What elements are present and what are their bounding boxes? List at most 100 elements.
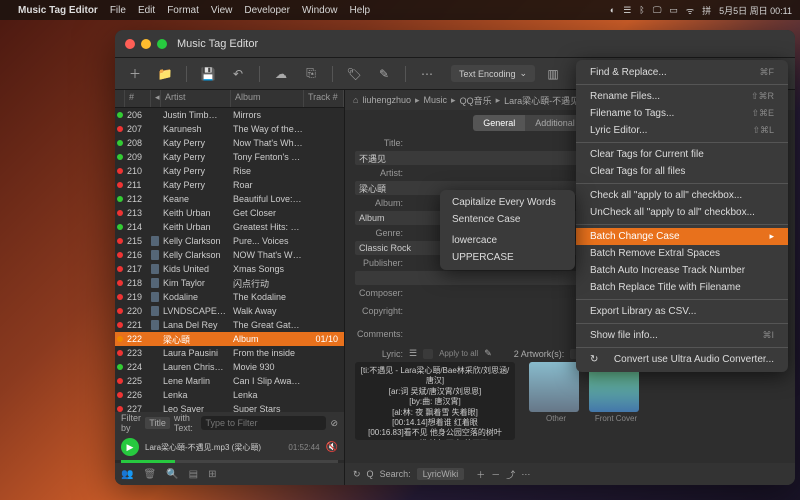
table-row[interactable]: 221Lana Del ReyThe Great Gatsby (Mu… — [115, 318, 344, 332]
sm-lowercase[interactable]: lowercace — [440, 232, 575, 249]
table-row[interactable]: 220LVNDSCAPE…Walk Away — [115, 304, 344, 318]
add-icon[interactable]: ＋ — [476, 468, 485, 481]
save-button[interactable]: 💾 — [196, 63, 220, 85]
more-icon[interactable]: ⋯ — [521, 469, 530, 480]
table-row[interactable]: 206Justin Timb…Mirrors — [115, 108, 344, 122]
panel-toggle-button[interactable]: ▥ — [541, 63, 565, 85]
table-row[interactable]: 209Katy PerryTony Fenton's 50 Favo… — [115, 150, 344, 164]
remove-icon[interactable]: － — [491, 468, 500, 481]
list-icon[interactable]: ▤ — [189, 469, 198, 480]
lyric-action-icon[interactable]: ☰ — [409, 348, 417, 359]
minimize-button[interactable] — [141, 39, 151, 49]
battery-icon[interactable]: ▭ — [669, 5, 678, 16]
bluetooth-icon[interactable]: ᛒ — [639, 5, 644, 15]
search-icon[interactable]: 🔍 — [166, 469, 178, 480]
table-row[interactable]: 213Keith UrbanGet Closer — [115, 206, 344, 220]
table-row[interactable]: 218Kim Taylor闪点行动 — [115, 276, 344, 290]
table-row[interactable]: 212KeaneBeautiful Love:The Indi… — [115, 192, 344, 206]
datetime[interactable]: 5月5日 周日 00:11 — [719, 4, 792, 17]
tab-general[interactable]: General — [473, 115, 525, 131]
cm-lyric[interactable]: Lyric Editor...⇧⌘L — [576, 122, 788, 139]
cm-batch-case[interactable]: Batch Change Case▸ — [576, 228, 788, 245]
menu-window[interactable]: Window — [302, 5, 338, 16]
table-row[interactable]: 223Laura PausiniFrom the inside — [115, 346, 344, 360]
sm-uppercase[interactable]: UPPERCASE — [440, 249, 575, 266]
table-row[interactable]: 210Katy PerryRise — [115, 164, 344, 178]
menu-file[interactable]: File — [110, 5, 126, 16]
tag-button[interactable]: 🏷 — [342, 63, 366, 85]
sm-sentence[interactable]: Sentence Case — [440, 211, 575, 228]
wifi-icon[interactable]: ᯤ — [686, 4, 694, 17]
cm-filename[interactable]: Filename to Tags...⇧⌘E — [576, 105, 788, 122]
folder-button[interactable]: 📁 — [153, 63, 177, 85]
volume-icon[interactable]: 🔇 — [326, 442, 338, 453]
cm-batch-title[interactable]: Batch Replace Title with Filename — [576, 279, 788, 296]
cm-find[interactable]: Find & Replace...⌘F — [576, 64, 788, 81]
search-engine-select[interactable]: LyricWiki — [417, 468, 465, 480]
apply-checkbox[interactable] — [423, 349, 433, 359]
menu-format[interactable]: Format — [167, 5, 199, 16]
grid-icon[interactable]: ⊞ — [208, 469, 216, 480]
clear-filter-icon[interactable]: ⊘ — [330, 418, 338, 429]
table-row[interactable]: 211Katy PerryRoar — [115, 178, 344, 192]
text-encoding-select[interactable]: Text Encoding ⌄ — [451, 65, 535, 82]
col-header-track[interactable]: Track # — [304, 90, 344, 107]
edit-button[interactable]: ✎ — [372, 63, 396, 85]
status-icon[interactable]: ☰ — [623, 5, 631, 16]
table-row[interactable]: 214Keith UrbanGreatest Hits: 18 Kids — [115, 220, 344, 234]
col-header-album[interactable]: Album — [231, 90, 304, 107]
status-icon[interactable]: ◐ — [610, 5, 615, 15]
play-button[interactable]: ▶ — [121, 438, 139, 456]
player-progress[interactable] — [121, 460, 338, 463]
track-list[interactable]: 206Justin Timb…Mirrors207KaruneshThe Way… — [115, 108, 344, 412]
cm-batch-spaces[interactable]: Batch Remove Extral Spaces — [576, 245, 788, 262]
edit-icon[interactable]: ✎ — [484, 348, 492, 359]
more-button[interactable]: ⋯ — [415, 63, 439, 85]
cm-uncheck-all[interactable]: UnCheck all "apply to all" checkbox... — [576, 204, 788, 221]
lyric-textarea[interactable]: [ti:不遇见 - Lara梁心頤/Bae林采欣/刘思涵/唐汉][ar:词 吴斌… — [355, 362, 515, 440]
sm-capitalize[interactable]: Capitalize Every Words — [440, 194, 575, 211]
table-row[interactable]: 217Kids UnitedXmas Songs — [115, 262, 344, 276]
artwork-thumb[interactable] — [529, 362, 579, 412]
add-button[interactable]: ＋ — [123, 63, 147, 85]
refresh-icon[interactable]: ↻ — [353, 469, 361, 480]
table-row[interactable]: 207KaruneshThe Way of the Heart — [115, 122, 344, 136]
list-header[interactable]: # ◂ Artist Album Track # — [115, 90, 344, 108]
status-icon[interactable]: 🖵 — [653, 5, 662, 16]
cloud-button[interactable]: ☁ — [269, 63, 293, 85]
undo-button[interactable]: ↶ — [226, 63, 250, 85]
menu-help[interactable]: Help — [350, 5, 371, 16]
menu-edit[interactable]: Edit — [138, 5, 155, 16]
action-button[interactable]: ⎘ — [299, 63, 323, 85]
menu-developer[interactable]: Developer — [244, 5, 290, 16]
table-row[interactable]: 208Katy PerryNow That's What I Call… — [115, 136, 344, 150]
ime-icon[interactable]: 拼 — [702, 4, 711, 17]
cm-batch-track[interactable]: Batch Auto Increase Track Number — [576, 262, 788, 279]
table-row[interactable]: 224Lauren Chris…Movie 930 — [115, 360, 344, 374]
cm-rename[interactable]: Rename Files...⇧⌘R — [576, 88, 788, 105]
export-icon[interactable]: ⤴ — [506, 468, 515, 481]
cm-clear-current[interactable]: Clear Tags for Current file — [576, 146, 788, 163]
menu-view[interactable]: View — [211, 5, 233, 16]
filter-field-select[interactable]: Title — [145, 417, 170, 429]
filter-input[interactable] — [201, 416, 326, 430]
close-button[interactable] — [125, 39, 135, 49]
table-row[interactable]: 219KodalineThe Kodaline — [115, 290, 344, 304]
table-row[interactable]: 216Kelly ClarksonNOW That's What I Cal… — [115, 248, 344, 262]
cm-export[interactable]: Export Library as CSV... — [576, 303, 788, 320]
table-row[interactable]: 227Leo SayerSuper Stars — [115, 402, 344, 412]
table-row[interactable]: 226LenkaLenka — [115, 388, 344, 402]
table-row[interactable]: 222梁心頤Album01/10 — [115, 332, 344, 346]
col-header-num[interactable]: # — [125, 90, 151, 107]
cm-check-all[interactable]: Check all "apply to all" checkbox... — [576, 187, 788, 204]
zoom-button[interactable] — [157, 39, 167, 49]
people-icon[interactable]: 👥 — [121, 469, 133, 480]
table-row[interactable]: 225Lene MarlinCan I Slip Away From… — [115, 374, 344, 388]
cm-convert[interactable]: ↻ Convert use Ultra Audio Converter... — [576, 351, 788, 368]
col-header-artist[interactable]: Artist — [161, 90, 231, 107]
table-row[interactable]: 215Kelly ClarksonPure... Voices — [115, 234, 344, 248]
cm-clear-all[interactable]: Clear Tags for all files — [576, 163, 788, 180]
trash-icon[interactable]: 🗑 — [143, 469, 156, 480]
cm-fileinfo[interactable]: Show file info...⌘I — [576, 327, 788, 344]
menubar-app-name[interactable]: Music Tag Editor — [18, 5, 98, 16]
